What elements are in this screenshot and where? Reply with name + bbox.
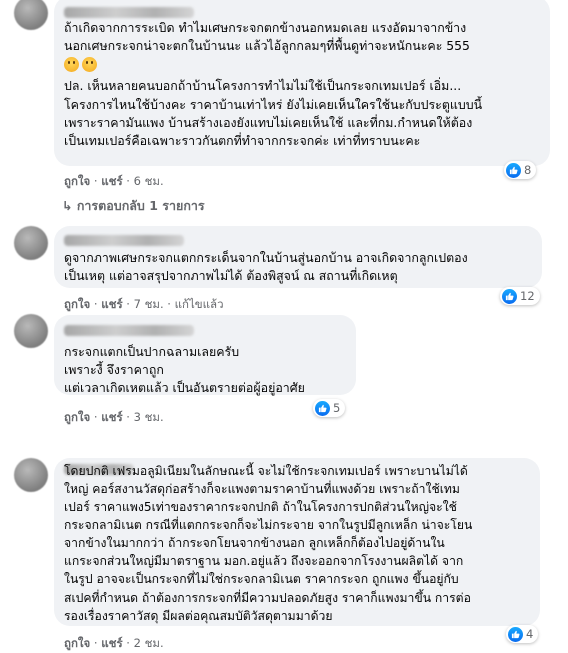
reaction-count[interactable]: 4 — [506, 625, 539, 643]
commenter-name[interactable] — [64, 235, 184, 246]
share-button[interactable]: แชร์ — [101, 174, 122, 188]
edited-label[interactable]: แก้ไขแล้ว — [175, 297, 224, 311]
avatar[interactable] — [14, 458, 48, 492]
avatar[interactable] — [14, 0, 48, 30]
comment-text: กระจกแตกเป็นปากฉลามเลยครับ เพราะงี้ จึงร… — [64, 343, 305, 397]
avatar[interactable] — [14, 226, 48, 260]
timestamp[interactable]: 7 ชม. — [134, 297, 164, 311]
comment-text: ถ้าเกิดจากการระเบิด ทำไมเศษกระจกตกข้างนอ… — [64, 19, 482, 151]
grinning-face-icon — [64, 56, 79, 72]
comment-2: ดูจากภาพเศษกระจกแตกกระเด็นจากในบ้านสู่นอ… — [0, 224, 568, 314]
comment-line: เพราะราคามันแพง บ้านสร้างเองยังแทบไม่เคย… — [64, 115, 473, 131]
reaction-number: 12 — [520, 289, 535, 303]
like-button[interactable]: ถูกใจ — [64, 297, 90, 311]
replies-label: การตอบกลับ 1 รายการ — [76, 198, 205, 213]
comment-bubble: กระจกแตกเป็นปากฉลามเลยครับ เพราะงี้ จึงร… — [54, 315, 356, 395]
share-button[interactable]: แชร์ — [101, 297, 122, 311]
comment-line: ปล. เห็นหลายคนบอกถ้าบ้านโครงการทำไมไม่ใช… — [64, 78, 462, 94]
comment-line: นอกเศษกระจกน่าจะตกในบ้านนะ แล้วไอ้ลูกกลม… — [64, 38, 470, 54]
emoji-line — [64, 56, 482, 74]
comment-line: ถ้าเกิดจากการระเบิด ทำไมเศษกระจกตกข้างนอ… — [64, 20, 467, 35]
thumbs-up-icon — [502, 288, 517, 304]
commenter-name[interactable] — [64, 7, 194, 18]
reaction-number: 4 — [526, 627, 534, 641]
comment-text: ใหญ่ คอร์สงานวัสดุก่อสร้างก็จะแพงตามราคา… — [64, 480, 472, 625]
commenter-name[interactable] — [64, 325, 194, 336]
share-button[interactable]: แชร์ — [101, 410, 122, 424]
comment-line: ใหญ่ คอร์สงานวัสดุก่อสร้างก็จะแพงตามราคา… — [64, 482, 460, 496]
comment-line: โครงการไหนใช้บ้างคะ ราคาบ้านเท่าไหร่ ยัง… — [64, 96, 483, 112]
avatar[interactable] — [14, 314, 48, 348]
comment-3: กระจกแตกเป็นปากฉลามเลยครับ เพราะงี้ จึงร… — [0, 312, 568, 432]
comment-bubble: โดยปกติ เฟรมอลูมิเนียมในลักษณะนี้ จะไม่ใ… — [54, 458, 540, 626]
comment-line: สเปคที่กำหนด ถ้าต้องการกระจกที่มีความปลอ… — [64, 590, 471, 605]
like-button[interactable]: ถูกใจ — [64, 410, 90, 424]
timestamp[interactable]: 2 ชม. — [134, 636, 164, 650]
comment-text: โดยปกติ เฟรมอลูมิเนียมในลักษณะนี้ จะไม่ใ… — [64, 462, 468, 480]
comment-line: เป็นเหตุ แต่อาจสรุปจากภาพไม่ได้ ต้องพิสู… — [64, 268, 398, 284]
thumbs-up-icon — [315, 400, 330, 416]
comment-line: แต่เวลาเกิดเหตแล้ว เป็นอันตรายต่อผู้อยู่… — [64, 380, 305, 395]
comment-actions: ถูกใจ · แชร์ · 3 ชม. — [64, 410, 164, 424]
comment-actions: ถูกใจ · แชร์ · 6 ชม. — [64, 174, 164, 188]
comment-bubble: ดูจากภาพเศษกระจกแตกกระเด็นจากในบ้านสู่นอ… — [54, 226, 542, 288]
reaction-count[interactable]: 8 — [504, 161, 537, 179]
comment-line: เพราะงี้ จึงราคาถูก — [64, 362, 164, 377]
comment-line: ในรูป อาจจะเป็นกระจกที่ไม่ใช่กระจกลามิเน… — [64, 572, 459, 587]
thumbs-up-icon — [508, 626, 523, 642]
comment-line: เปอร์ ราคาแพง5เท่าของราคากระจกปกติ ถ้าใน… — [64, 500, 457, 515]
view-replies-link[interactable]: ↳ การตอบกลับ 1 รายการ — [62, 196, 205, 216]
grinning-face-icon — [82, 56, 97, 72]
comment-line: แกระจกส่วนใหญ่มีมาตราฐาน มอก.อยู่แล้ว ถึ… — [64, 554, 464, 569]
comment-line: รองเรื่องราคาวัสดุ มีผลต่อคุณสมบัติวัสดุ… — [64, 608, 333, 623]
like-button[interactable]: ถูกใจ — [64, 174, 90, 188]
comment-line: ดูจากภาพเศษกระจกแตกกระเด็นจากในบ้านสู่นอ… — [64, 250, 468, 265]
comment-4: โดยปกติ เฟรมอลูมิเนียมในลักษณะนี้ จะไม่ใ… — [0, 454, 568, 652]
comment-line: จากข้างในมากกว่า ถ้ากระจกโยนจากข้างนอก ล… — [64, 536, 445, 551]
timestamp[interactable]: 3 ชม. — [134, 410, 164, 424]
like-button[interactable]: ถูกใจ — [64, 636, 90, 650]
share-button[interactable]: แชร์ — [101, 636, 122, 650]
timestamp[interactable]: 6 ชม. — [134, 174, 164, 188]
reaction-count[interactable]: 5 — [313, 399, 346, 417]
comment-line: เป็นเทมเปอร์คือเฉพาะราวกันตกที่ทำจากกระจ… — [64, 133, 421, 149]
comment-line: กระจกแตกเป็นปากฉลามเลยครับ — [64, 344, 240, 359]
reply-arrow-icon: ↳ — [62, 198, 73, 213]
reaction-number: 5 — [333, 401, 341, 415]
comment-actions: ถูกใจ · แชร์ · 2 ชม. — [64, 636, 164, 650]
comment-bubble: ถ้าเกิดจากการระเบิด ทำไมเศษกระจกตกข้างนอ… — [54, 0, 550, 166]
comment-text: ดูจากภาพเศษกระจกแตกกระเด็นจากในบ้านสู่นอ… — [64, 249, 468, 286]
comment-1: ถ้าเกิดจากการระเบิด ทำไมเศษกระจกตกข้างนอ… — [0, 0, 568, 215]
comment-line: กระจกลามิเนต กรณีที่แตกกระจกก็จะไม่กระจา… — [64, 518, 473, 533]
reaction-number: 8 — [524, 163, 532, 177]
thumbs-up-icon — [506, 162, 521, 178]
reaction-count[interactable]: 12 — [500, 287, 540, 305]
comment-line: โดยปกติ เฟรมอลูมิเนียมในลักษณะนี้ จะไม่ใ… — [64, 464, 468, 478]
